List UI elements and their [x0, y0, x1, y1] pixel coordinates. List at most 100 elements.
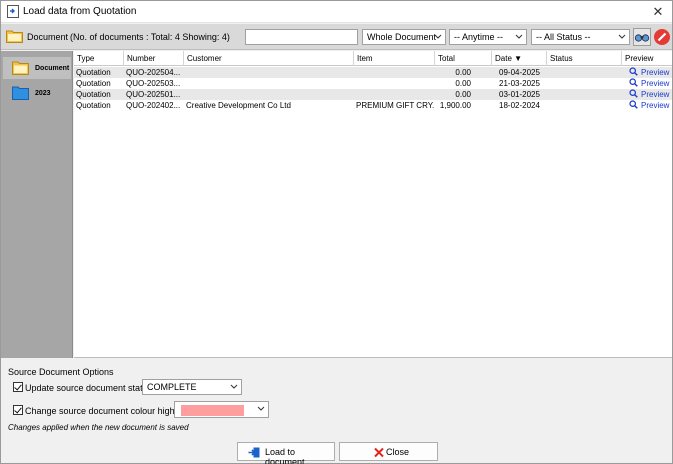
cell-date: 09-04-2025 — [499, 68, 540, 77]
close-icon[interactable]: ✕ — [650, 4, 666, 20]
options-note: Changes applied when the new document is… — [8, 423, 189, 432]
colour-highlight-label: Change source document colour highlight — [25, 406, 192, 416]
cell-total: 0.00 — [455, 68, 471, 77]
sidebar-item-2023[interactable]: 2023 — [3, 82, 71, 104]
table-row[interactable]: Quotation QUO-202503... 0.00 21-03-2025 … — [74, 78, 672, 89]
magnifier-icon — [629, 100, 638, 109]
preview-label: Preview — [641, 101, 670, 110]
cell-item: PREMIUM GIFT CRY... — [356, 101, 434, 110]
folder-icon — [12, 86, 29, 100]
load-to-document-button[interactable]: Load to document — [237, 442, 335, 464]
cell-date: 21-03-2025 — [499, 79, 540, 88]
cell-total: 1,900.00 — [439, 101, 471, 110]
cell-number: QUO-202501... — [126, 90, 181, 99]
status-select[interactable]: -- All Status -- — [531, 29, 630, 45]
search-input[interactable] — [245, 29, 358, 45]
title-bar: Load data from Quotation ✕ — [1, 1, 672, 23]
cell-customer — [186, 89, 354, 100]
scope-select[interactable]: Whole Document — [362, 29, 446, 45]
preview-link[interactable]: Preview — [629, 78, 672, 89]
date-select-value: -- Anytime -- — [454, 32, 504, 42]
folder-open-icon — [12, 61, 29, 75]
preview-link[interactable]: Preview — [629, 100, 672, 111]
chevron-down-icon — [515, 34, 523, 39]
cell-item — [356, 89, 434, 100]
document-table: Type Number Customer Item Total Date ▼ S… — [74, 51, 672, 358]
cell-item — [356, 78, 434, 89]
table-row[interactable]: Quotation QUO-202504... 0.00 09-04-2025 … — [74, 67, 672, 78]
column-header-item[interactable]: Item — [354, 51, 435, 66]
cell-number: QUO-202402... — [126, 101, 181, 110]
cell-type: Quotation — [76, 79, 111, 88]
cell-date: 03-01-2025 — [499, 90, 540, 99]
preview-label: Preview — [641, 90, 670, 99]
sidebar: Document 2023 — [1, 51, 73, 358]
cell-status — [549, 67, 621, 78]
date-select[interactable]: -- Anytime -- — [449, 29, 527, 45]
close-icon — [374, 447, 384, 458]
chevron-down-icon — [257, 406, 265, 411]
cell-number: QUO-202503... — [126, 79, 181, 88]
column-header-date[interactable]: Date ▼ — [492, 51, 547, 66]
sidebar-item-label: Document — [35, 65, 70, 72]
update-status-checkbox[interactable] — [13, 382, 23, 392]
column-header-number[interactable]: Number — [124, 51, 184, 66]
table-header: Type Number Customer Item Total Date ▼ S… — [74, 51, 672, 66]
cell-number: QUO-202504... — [126, 68, 181, 77]
document-label: Document — [27, 32, 69, 42]
cell-type: Quotation — [76, 68, 111, 77]
status-select-value: -- All Status -- — [536, 32, 591, 42]
load-button-label: Load to document — [265, 447, 305, 464]
app-icon — [7, 5, 19, 18]
source-options-title: Source Document Options — [8, 367, 114, 377]
cell-status — [549, 100, 621, 111]
close-button-label: Close — [386, 447, 410, 457]
folder-open-icon — [6, 30, 23, 43]
import-icon — [248, 447, 260, 458]
cell-item — [356, 67, 434, 78]
column-header-preview: Preview — [625, 54, 654, 63]
column-header-status[interactable]: Status — [547, 51, 622, 66]
table-row[interactable]: Quotation QUO-202402... Creative Develop… — [74, 100, 672, 111]
binoculars-icon[interactable] — [633, 28, 651, 46]
column-header-total[interactable]: Total — [435, 51, 492, 66]
cell-total: 0.00 — [455, 90, 471, 99]
colour-highlight-checkbox[interactable] — [13, 405, 23, 415]
clear-filter-icon[interactable] — [653, 28, 671, 46]
cell-customer — [186, 67, 354, 78]
table-row[interactable]: Quotation QUO-202501... 0.00 03-01-2025 … — [74, 89, 672, 100]
column-header-type[interactable]: Type — [74, 51, 124, 66]
cell-type: Quotation — [76, 101, 111, 110]
update-status-label: Update source document status — [25, 383, 153, 393]
cell-customer: Creative Development Co Ltd — [186, 101, 291, 110]
preview-label: Preview — [641, 79, 670, 88]
source-options-panel: Source Document Options Update source do… — [1, 359, 672, 464]
scope-select-value: Whole Document — [367, 32, 437, 42]
cell-status — [549, 78, 621, 89]
cell-total: 0.00 — [455, 79, 471, 88]
document-count: (No. of documents : Total: 4 Showing: 4) — [70, 32, 230, 42]
status-value-select-value: COMPLETE — [147, 382, 197, 392]
magnifier-icon — [629, 78, 638, 87]
sidebar-item-document[interactable]: Document — [3, 57, 71, 79]
cell-type: Quotation — [76, 90, 111, 99]
column-header-customer[interactable]: Customer — [184, 51, 354, 66]
chevron-down-icon — [618, 34, 626, 39]
magnifier-icon — [629, 67, 638, 76]
chevron-down-icon — [230, 384, 238, 389]
cell-status — [549, 89, 621, 100]
status-value-select[interactable]: COMPLETE — [142, 379, 242, 395]
preview-link[interactable]: Preview — [629, 67, 672, 78]
preview-label: Preview — [641, 68, 670, 77]
dialog-window: Load data from Quotation ✕ Document (No.… — [0, 0, 673, 464]
toolbar: Document (No. of documents : Total: 4 Sh… — [1, 24, 672, 50]
window-title: Load data from Quotation — [23, 6, 137, 17]
chevron-down-icon — [434, 34, 442, 39]
cell-date: 18-02-2024 — [499, 101, 540, 110]
magnifier-icon — [629, 89, 638, 98]
sidebar-item-label: 2023 — [35, 90, 51, 97]
cell-customer — [186, 78, 354, 89]
colour-select[interactable] — [174, 401, 269, 418]
close-button[interactable]: Close — [339, 442, 438, 461]
preview-link[interactable]: Preview — [629, 89, 672, 100]
